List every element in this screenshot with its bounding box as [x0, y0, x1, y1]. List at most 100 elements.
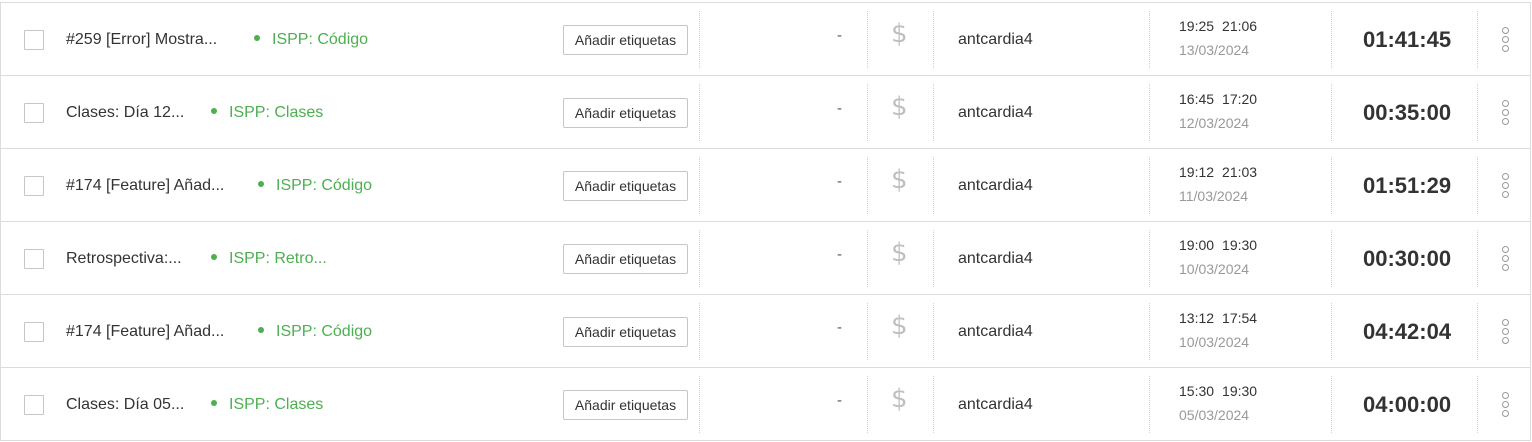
entry-date[interactable]: 11/03/2024 [1179, 188, 1248, 204]
project-color-dot [258, 181, 264, 187]
project-label[interactable]: ISPP: Código [258, 177, 372, 195]
time-range[interactable]: 15:30 19:30 [1179, 383, 1257, 399]
start-time: 19:12 [1179, 164, 1215, 180]
time-entry-row: Clases: Día 12... ISPP: Clases Añadir et… [1, 76, 1530, 149]
dollar-icon[interactable]: $ [891, 384, 908, 414]
column-divider [699, 11, 700, 68]
more-options-icon[interactable] [1496, 26, 1516, 54]
column-divider [699, 84, 700, 141]
entry-date[interactable]: 10/03/2024 [1179, 334, 1249, 350]
project-name: ISPP: Retro... [229, 250, 327, 267]
project-label[interactable]: ISPP: Código [258, 323, 372, 341]
dollar-icon[interactable]: $ [891, 19, 908, 49]
select-checkbox[interactable] [24, 30, 44, 50]
project-name: ISPP: Clases [229, 396, 324, 413]
column-divider [1331, 11, 1332, 68]
add-tags-button[interactable]: Añadir etiquetas [563, 98, 688, 128]
time-range[interactable]: 13:12 17:54 [1179, 310, 1257, 326]
column-divider [1477, 11, 1478, 68]
column-divider [933, 303, 934, 360]
time-range[interactable]: 19:25 21:06 [1179, 18, 1257, 34]
entry-duration[interactable]: 04:42:04 [1363, 319, 1451, 345]
time-range[interactable]: 19:12 21:03 [1179, 164, 1257, 180]
end-time: 17:54 [1222, 310, 1258, 326]
column-divider [1331, 303, 1332, 360]
project-color-dot [211, 108, 217, 114]
column-divider [699, 376, 700, 433]
entry-description[interactable]: #174 [Feature] Añad... [66, 177, 224, 195]
time-entry-row: Retrospectiva:... ISPP: Retro... Añadir … [1, 222, 1530, 295]
dollar-icon[interactable]: $ [891, 92, 908, 122]
column-divider [867, 11, 868, 68]
entry-duration[interactable]: 00:35:00 [1363, 100, 1451, 126]
amount-value: - [837, 27, 842, 44]
start-time: 16:45 [1179, 91, 1215, 107]
dollar-icon[interactable]: $ [891, 311, 908, 341]
dollar-icon[interactable]: $ [891, 165, 908, 195]
entry-duration[interactable]: 01:41:45 [1363, 27, 1451, 53]
end-time: 19:30 [1222, 237, 1258, 253]
column-divider [1331, 230, 1332, 287]
more-options-icon[interactable] [1496, 245, 1516, 273]
add-tags-button[interactable]: Añadir etiquetas [563, 25, 688, 55]
start-time: 19:00 [1179, 237, 1215, 253]
time-entry-row: #174 [Feature] Añad... ISPP: Código Añad… [1, 149, 1530, 222]
entry-duration[interactable]: 01:51:29 [1363, 173, 1451, 199]
project-label[interactable]: ISPP: Retro... [211, 250, 327, 268]
start-time: 19:25 [1179, 18, 1215, 34]
project-name: ISPP: Clases [229, 104, 324, 121]
column-divider [1477, 157, 1478, 214]
amount-value: - [837, 246, 842, 263]
user-name: antcardia4 [958, 250, 1033, 267]
amount-value: - [837, 392, 842, 409]
start-time: 15:30 [1179, 383, 1215, 399]
column-divider [867, 84, 868, 141]
user-name: antcardia4 [958, 104, 1033, 121]
add-tags-button[interactable]: Añadir etiquetas [563, 317, 688, 347]
entry-description[interactable]: #174 [Feature] Añad... [66, 323, 224, 341]
column-divider [699, 230, 700, 287]
entry-description[interactable]: Clases: Día 05... [66, 396, 184, 414]
time-entry-row: Clases: Día 05... ISPP: Clases Añadir et… [1, 368, 1530, 441]
more-options-icon[interactable] [1496, 318, 1516, 346]
entry-duration[interactable]: 04:00:00 [1363, 392, 1451, 418]
select-checkbox[interactable] [24, 322, 44, 342]
end-time: 19:30 [1222, 383, 1258, 399]
project-color-dot [258, 327, 264, 333]
column-divider [933, 376, 934, 433]
dollar-icon[interactable]: $ [891, 238, 908, 268]
select-checkbox[interactable] [24, 103, 44, 123]
select-checkbox[interactable] [24, 176, 44, 196]
add-tags-button[interactable]: Añadir etiquetas [563, 390, 688, 420]
end-time: 21:06 [1222, 18, 1258, 34]
entry-description[interactable]: Clases: Día 12... [66, 104, 184, 122]
entry-duration[interactable]: 00:30:00 [1363, 246, 1451, 272]
entry-date[interactable]: 10/03/2024 [1179, 261, 1249, 277]
user-name: antcardia4 [958, 396, 1033, 413]
column-divider [1149, 230, 1150, 287]
entry-description[interactable]: Retrospectiva:... [66, 250, 182, 268]
more-options-icon[interactable] [1496, 99, 1516, 127]
project-label[interactable]: ISPP: Clases [211, 104, 323, 122]
project-color-dot [211, 400, 217, 406]
more-options-icon[interactable] [1496, 391, 1516, 419]
select-checkbox[interactable] [24, 395, 44, 415]
time-entry-row: #174 [Feature] Añad... ISPP: Código Añad… [1, 295, 1530, 368]
entry-date[interactable]: 12/03/2024 [1179, 115, 1249, 131]
entry-date[interactable]: 05/03/2024 [1179, 407, 1249, 423]
more-options-icon[interactable] [1496, 172, 1516, 200]
add-tags-button[interactable]: Añadir etiquetas [563, 244, 688, 274]
amount-value: - [837, 100, 842, 117]
project-label[interactable]: ISPP: Clases [211, 396, 323, 414]
start-time: 13:12 [1179, 310, 1215, 326]
select-checkbox[interactable] [24, 249, 44, 269]
entry-description[interactable]: #259 [Error] Mostra... [66, 31, 217, 49]
time-range[interactable]: 19:00 19:30 [1179, 237, 1257, 253]
project-label[interactable]: ISPP: Código [254, 31, 368, 49]
add-tags-button[interactable]: Añadir etiquetas [563, 171, 688, 201]
column-divider [933, 230, 934, 287]
column-divider [699, 303, 700, 360]
column-divider [933, 157, 934, 214]
entry-date[interactable]: 13/03/2024 [1179, 42, 1249, 58]
time-range[interactable]: 16:45 17:20 [1179, 91, 1257, 107]
